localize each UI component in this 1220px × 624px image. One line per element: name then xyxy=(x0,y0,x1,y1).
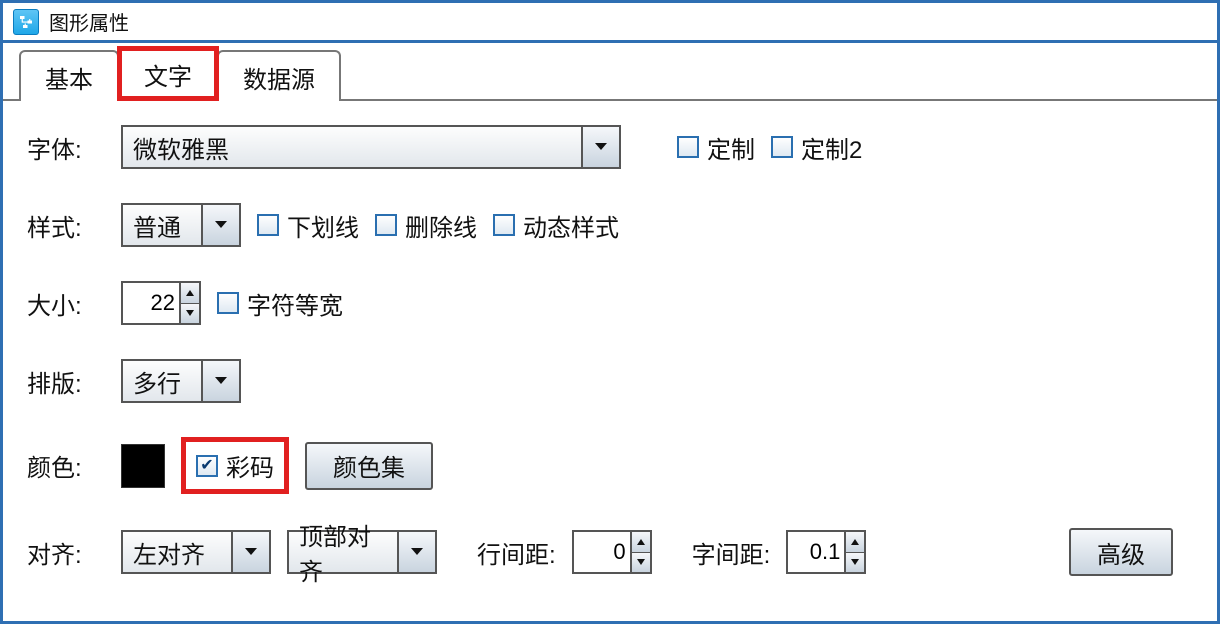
chevron-up-icon xyxy=(851,539,859,545)
row-style: 样式: 普通 下划线 删除线 动态样式 xyxy=(27,203,1193,247)
app-icon xyxy=(13,9,39,35)
chevron-down-icon xyxy=(186,310,194,316)
chevron-down-icon xyxy=(214,376,228,386)
layout-combo-dropdown-button[interactable] xyxy=(201,361,239,401)
checkbox-label: 彩码 xyxy=(226,448,274,483)
row-size: 大小: 字符等宽 xyxy=(27,281,1193,325)
checkbox-box xyxy=(493,214,515,236)
checkbox-strike[interactable]: 删除线 xyxy=(375,208,477,243)
dialog-graphic-properties: 图形属性 基本 文字 数据源 字体: 微软雅黑 定制 定制2 xyxy=(0,0,1220,624)
advanced-button[interactable]: 高级 xyxy=(1069,528,1173,576)
highlight-colorcode: 彩码 xyxy=(181,437,289,494)
style-combo-value: 普通 xyxy=(123,208,201,243)
checkbox-colorcode[interactable]: 彩码 xyxy=(196,448,274,483)
checkbox-label: 定制 xyxy=(707,130,755,165)
spin-up-button[interactable] xyxy=(632,532,650,553)
checkbox-box xyxy=(375,214,397,236)
chevron-down-icon xyxy=(410,547,424,557)
line-spacing-input[interactable] xyxy=(574,532,630,572)
checkbox-label: 字符等宽 xyxy=(247,286,343,321)
chevron-down-icon xyxy=(594,142,608,152)
checkbox-box xyxy=(217,292,239,314)
style-combo-dropdown-button[interactable] xyxy=(201,205,239,245)
valign-combo-dropdown-button[interactable] xyxy=(397,532,435,572)
checkbox-custom2[interactable]: 定制2 xyxy=(771,130,862,165)
layout-combo[interactable]: 多行 xyxy=(121,359,241,403)
char-spacing-input[interactable] xyxy=(788,532,844,572)
spin-up-button[interactable] xyxy=(181,283,199,304)
checkbox-label: 动态样式 xyxy=(523,208,619,243)
size-spinner[interactable] xyxy=(121,281,201,325)
chevron-up-icon xyxy=(637,539,645,545)
label-font: 字体: xyxy=(27,130,105,165)
spin-down-button[interactable] xyxy=(181,304,199,324)
label-color: 颜色: xyxy=(27,448,105,483)
spin-buttons xyxy=(844,532,864,572)
checkbox-box xyxy=(677,136,699,158)
tabstrip: 基本 文字 数据源 xyxy=(3,43,1217,101)
font-combo[interactable]: 微软雅黑 xyxy=(121,125,621,169)
checkbox-underline[interactable]: 下划线 xyxy=(257,208,359,243)
color-swatch[interactable] xyxy=(121,444,165,488)
chevron-down-icon xyxy=(244,547,258,557)
halign-combo-dropdown-button[interactable] xyxy=(231,532,269,572)
checkbox-label: 删除线 xyxy=(405,208,477,243)
halign-combo[interactable]: 左对齐 xyxy=(121,530,271,574)
font-combo-dropdown-button[interactable] xyxy=(581,127,619,167)
label-char-spacing: 字间距: xyxy=(692,535,771,570)
tab-text[interactable]: 文字 xyxy=(117,46,219,101)
tab-basic[interactable]: 基本 xyxy=(19,50,119,101)
line-spacing-spinner[interactable] xyxy=(572,530,652,574)
checkbox-dynamic-style[interactable]: 动态样式 xyxy=(493,208,619,243)
label-size: 大小: xyxy=(27,286,105,321)
content: 字体: 微软雅黑 定制 定制2 样式: 普通 xyxy=(3,101,1217,600)
chevron-up-icon xyxy=(186,290,194,296)
titlebar: 图形属性 xyxy=(3,3,1217,43)
label-layout: 排版: xyxy=(27,364,105,399)
checkbox-box xyxy=(196,455,218,477)
label-align: 对齐: xyxy=(27,535,105,570)
spin-buttons xyxy=(179,283,199,323)
checkbox-monowidth[interactable]: 字符等宽 xyxy=(217,286,343,321)
halign-combo-value: 左对齐 xyxy=(123,535,231,570)
tab-datasource[interactable]: 数据源 xyxy=(217,50,341,101)
spin-buttons xyxy=(630,532,650,572)
row-color: 颜色: 彩码 颜色集 xyxy=(27,437,1193,494)
checkbox-label: 下划线 xyxy=(287,208,359,243)
chevron-down-icon xyxy=(851,559,859,565)
chevron-down-icon xyxy=(637,559,645,565)
row-align: 对齐: 左对齐 顶部对齐 行间距: 字间距: xyxy=(27,528,1193,576)
row-font: 字体: 微软雅黑 定制 定制2 xyxy=(27,125,1193,169)
checkbox-label: 定制2 xyxy=(801,130,862,165)
window-title: 图形属性 xyxy=(49,7,129,36)
char-spacing-spinner[interactable] xyxy=(786,530,866,574)
size-input[interactable] xyxy=(123,283,179,323)
valign-combo-value: 顶部对齐 xyxy=(289,517,397,587)
label-style: 样式: xyxy=(27,208,105,243)
spin-down-button[interactable] xyxy=(632,553,650,573)
label-line-spacing: 行间距: xyxy=(477,535,556,570)
valign-combo[interactable]: 顶部对齐 xyxy=(287,530,437,574)
row-layout: 排版: 多行 xyxy=(27,359,1193,403)
layout-combo-value: 多行 xyxy=(123,364,201,399)
chevron-down-icon xyxy=(214,220,228,230)
colorset-button[interactable]: 颜色集 xyxy=(305,442,433,490)
spin-up-button[interactable] xyxy=(846,532,864,553)
checkbox-box xyxy=(771,136,793,158)
spin-down-button[interactable] xyxy=(846,553,864,573)
checkbox-custom[interactable]: 定制 xyxy=(677,130,755,165)
style-combo[interactable]: 普通 xyxy=(121,203,241,247)
font-combo-value: 微软雅黑 xyxy=(123,130,581,165)
checkbox-box xyxy=(257,214,279,236)
